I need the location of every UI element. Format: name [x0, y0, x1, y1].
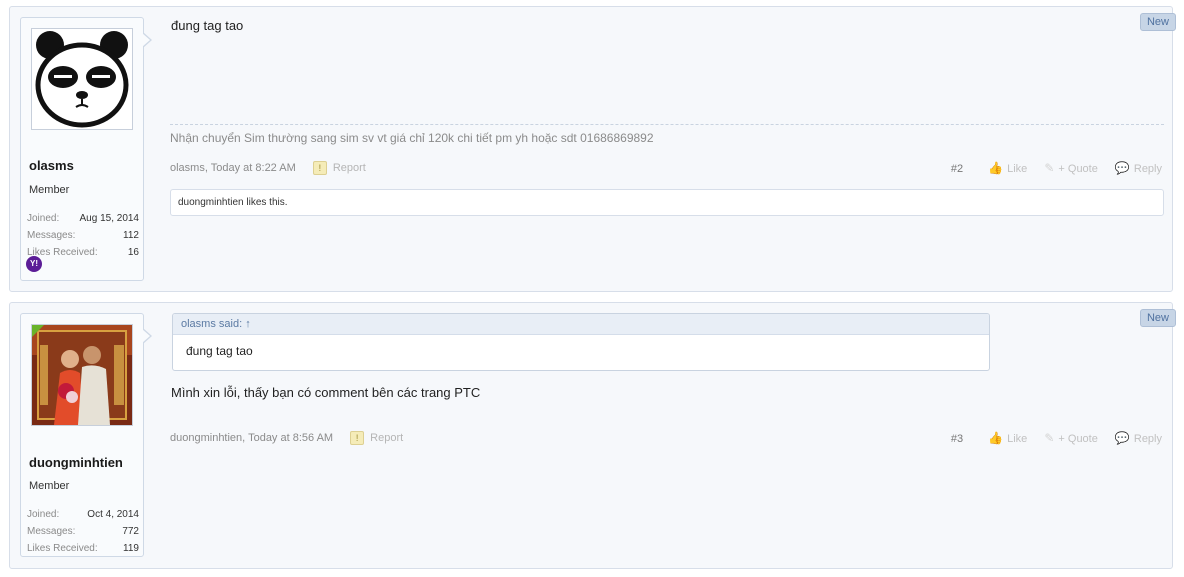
user-stats: Joined: Oct 4, 2014 Messages: 772 Likes Re… [27, 506, 139, 557]
joined-label: Joined: [27, 213, 60, 224]
reply-label: Reply [1133, 433, 1162, 445]
yahoo-messenger-icon[interactable]: Y! [26, 256, 42, 272]
joined-label: Joined: [27, 509, 60, 520]
quote-block: olasms said: ↑ đung tag tao [172, 313, 990, 371]
thumbs-up-icon: 👍 [988, 161, 1004, 175]
post-2: olasms Member Joined: Aug 15, 2014 Messag… [9, 6, 1176, 292]
joined-value: Aug 15, 2014 [79, 213, 140, 224]
speech-bubble-icon: 💬 [1114, 431, 1130, 445]
avatar[interactable] [31, 28, 133, 130]
online-indicator [32, 325, 44, 337]
user-title: Member [29, 184, 70, 196]
quote-button[interactable]: ✎ + Quote [1044, 161, 1098, 175]
likes-received-label: Likes Received: [27, 543, 98, 554]
user-card-arrow [142, 32, 152, 48]
like-label: Like [1007, 433, 1028, 445]
post-number[interactable]: #3 [951, 433, 963, 445]
pencil-icon: ✎ [1044, 161, 1055, 175]
user-card: olasms Member Joined: Aug 15, 2014 Messag… [20, 17, 152, 281]
quote-button[interactable]: ✎ + Quote [1044, 431, 1098, 445]
joined-value: Oct 4, 2014 [87, 509, 139, 520]
wedding-photo-avatar-image [32, 325, 132, 425]
panda-avatar-image [32, 29, 132, 129]
message-text: đung tag tao [171, 18, 244, 33]
messages-value[interactable]: 112 [123, 227, 139, 244]
username[interactable]: olasms [29, 158, 74, 173]
post-meta: olasms, Today at 8:22 AM ! Report #2 👍 Lik… [170, 160, 1162, 176]
messages-value[interactable]: 772 [122, 523, 139, 540]
user-card-arrow [142, 328, 152, 344]
reply-button[interactable]: 💬 Reply [1114, 161, 1162, 175]
like-button[interactable]: 👍 Like [988, 161, 1028, 175]
speech-bubble-icon: 💬 [1114, 161, 1130, 175]
like-label: Like [1007, 163, 1028, 175]
post-meta: duongminhtien, Today at 8:56 AM ! Report … [170, 430, 1162, 446]
post-3: duongminhtien Member Joined: Oct 4, 2014 … [9, 302, 1176, 569]
post-number[interactable]: #2 [951, 163, 963, 175]
thumbs-up-icon: 👍 [988, 431, 1004, 445]
likes-received-value: 119 [123, 543, 139, 554]
quote-text: đung tag tao [186, 344, 253, 358]
likes-summary[interactable]: duongminhtien likes this. [170, 189, 1164, 216]
user-title: Member [29, 480, 70, 492]
likes-received-value: 16 [127, 247, 139, 258]
report-link[interactable]: Report [370, 432, 403, 444]
report-icon: ! [312, 161, 327, 176]
username[interactable]: duongminhtien [29, 455, 123, 470]
quote-label: + Quote [1058, 433, 1098, 445]
author-date[interactable]: olasms, Today at 8:22 AM [170, 162, 296, 174]
quote-attribution[interactable]: olasms said: ↑ [173, 314, 989, 335]
messages-label: Messages: [27, 230, 76, 241]
like-button[interactable]: 👍 Like [988, 431, 1028, 445]
reply-label: Reply [1133, 163, 1162, 175]
quote-label: + Quote [1058, 163, 1098, 175]
new-badge: New [1139, 309, 1176, 327]
pencil-icon: ✎ [1044, 431, 1055, 445]
signature-divider [170, 124, 1164, 125]
messages-label: Messages: [27, 526, 76, 537]
author-date[interactable]: duongminhtien, Today at 8:56 AM [170, 432, 333, 444]
message-text: Mình xin lỗi, thấy bạn có comment bên cá… [171, 385, 481, 400]
user-stats: Joined: Aug 15, 2014 Messages: 112 Likes R… [27, 210, 139, 261]
report-link[interactable]: Report [333, 162, 366, 174]
signature: Nhận chuyển Sim thường sang sim sv vt gi… [170, 131, 654, 145]
avatar[interactable] [31, 324, 133, 426]
user-card: duongminhtien Member Joined: Oct 4, 2014 … [20, 313, 152, 557]
reply-button[interactable]: 💬 Reply [1114, 431, 1162, 445]
report-icon: ! [350, 431, 365, 446]
new-badge: New [1139, 13, 1176, 31]
